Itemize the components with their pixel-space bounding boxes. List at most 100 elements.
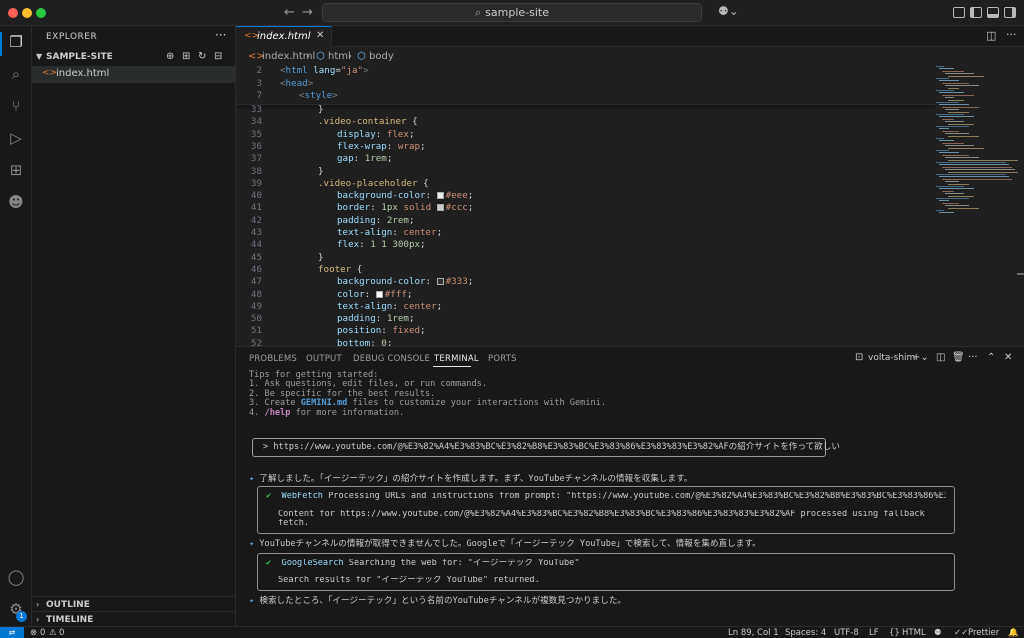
code-line[interactable]: 52 bottom: 0; — [236, 338, 936, 346]
minimap-line — [936, 198, 969, 199]
editor-tab-bar: <> index.html ✕ ◫ ··· — [236, 26, 1024, 47]
source-control-icon[interactable]: ⑂ — [6, 96, 26, 116]
code-line[interactable]: 42 padding: 2rem; — [236, 215, 936, 227]
remote-indicator-icon[interactable]: ⇌ — [0, 627, 24, 638]
breadcrumb-body[interactable]: body — [369, 51, 394, 62]
code-line[interactable]: 34 .video-container { — [236, 116, 936, 128]
account-icon[interactable]: ◯ — [6, 567, 26, 587]
code-line[interactable]: 47 background-color: #333; — [236, 276, 936, 288]
code-line[interactable]: 44 flex: 1 1 300px; — [236, 239, 936, 251]
split-editor-icon[interactable]: ◫ — [986, 29, 996, 42]
file-name: index.html — [56, 68, 110, 79]
file-tree-item[interactable]: <> index.html — [32, 66, 236, 83]
code-line[interactable]: 36 flex-wrap: wrap; — [236, 141, 936, 153]
code-text: <head> — [280, 77, 314, 89]
code-line[interactable]: 38} — [236, 166, 936, 178]
maximize-panel-icon[interactable]: ⌃ — [987, 352, 995, 363]
code-line[interactable]: 35 display: flex; — [236, 129, 936, 141]
breadcrumb: <> index.html › ⬡ html › ⬡ body — [236, 48, 1024, 64]
toggle-primary-sidebar-icon[interactable] — [970, 7, 982, 18]
end-of-line[interactable]: LF — [869, 628, 879, 638]
element-icon: ⬡ — [357, 51, 366, 62]
workspace-folder[interactable]: ▼ SAMPLE-SITE ⊕ ⊞ ↻ ⊟ — [32, 50, 236, 66]
minimize-window-button[interactable] — [22, 8, 32, 18]
code-line[interactable]: 43 text-align: center; — [236, 227, 936, 239]
toggle-panel-icon[interactable] — [987, 7, 999, 18]
search-icon[interactable]: ⌕ — [6, 64, 26, 84]
formatter[interactable]: Prettier — [968, 628, 999, 638]
code-line[interactable]: 51 position: fixed; — [236, 325, 936, 337]
code-line[interactable]: 37 gap: 1rem; — [236, 153, 936, 165]
code-line[interactable]: 39 .video-placeholder { — [236, 178, 936, 190]
copilot-icon[interactable]: ⚉ — [934, 628, 942, 638]
refresh-icon[interactable]: ↻ — [198, 51, 206, 62]
code-line[interactable]: 45} — [236, 252, 936, 264]
errors-count[interactable]: 0 — [40, 628, 45, 638]
tab-debug-console[interactable]: DEBUG CONSOLE — [353, 354, 430, 364]
outline-section[interactable]: › OUTLINE — [32, 596, 236, 612]
minimap-line — [945, 145, 974, 147]
new-terminal-icon[interactable]: +⌄ — [912, 352, 929, 363]
close-panel-icon[interactable]: ✕ — [1004, 352, 1012, 363]
active-view-indicator — [0, 32, 2, 56]
line-number: 45 — [250, 251, 262, 263]
collapse-all-icon[interactable]: ⊟ — [214, 51, 222, 62]
tab-problems[interactable]: PROBLEMS — [249, 354, 297, 364]
editor-tab-index-html[interactable]: <> index.html ✕ — [236, 26, 332, 47]
code-line[interactable]: 41 border: 1px solid #ccc; — [236, 202, 936, 214]
assistant-message: ✦ 了解しました。「イージーテック」の紹介サイトを作成します。まず、YouTub… — [249, 474, 692, 484]
code-text: bottom: 0; — [337, 337, 393, 346]
new-file-icon[interactable]: ⊕ — [166, 51, 174, 62]
tab-terminal[interactable]: TERMINAL — [434, 354, 479, 364]
warnings-icon[interactable]: ⚠ — [49, 628, 57, 638]
new-folder-icon[interactable]: ⊞ — [182, 51, 190, 62]
code-line[interactable]: 50 padding: 1rem; — [236, 313, 936, 325]
more-actions-icon[interactable]: ··· — [968, 352, 978, 363]
tab-ports[interactable]: PORTS — [488, 354, 517, 364]
robot-agent-icon[interactable]: ☻ — [6, 192, 26, 212]
terminal-name[interactable]: volta-shim — [868, 353, 915, 363]
split-terminal-icon[interactable]: ◫ — [936, 352, 945, 363]
close-window-button[interactable] — [8, 8, 18, 18]
maximize-window-button[interactable] — [36, 8, 46, 18]
check-icon: ✔ — [266, 559, 282, 568]
line-number: 46 — [250, 263, 262, 275]
more-actions-icon[interactable]: ··· — [1006, 28, 1017, 41]
warnings-count[interactable]: 0 — [59, 628, 64, 638]
command-center-search[interactable]: ⌕ sample-site — [322, 3, 702, 22]
code-editor[interactable]: 2 <html lang="ja"> 3 <head> 7 <style> 33} 34 .vi… — [236, 64, 936, 346]
code-line[interactable]: 40 background-color: #eee; — [236, 190, 936, 202]
errors-icon[interactable]: ⊗ — [30, 628, 37, 638]
code-line[interactable]: 48 color: #fff; — [236, 289, 936, 301]
toggle-secondary-sidebar-icon[interactable] — [1004, 7, 1016, 18]
encoding[interactable]: UTF-8 — [834, 628, 859, 638]
explorer-files-icon[interactable]: ❐ — [6, 32, 26, 52]
trash-icon[interactable]: 🗑 — [952, 352, 965, 363]
sticky-scroll-line[interactable]: 2 <html lang="ja"> — [236, 65, 936, 77]
sticky-scroll-line[interactable]: 3 <head> — [236, 78, 936, 90]
scrollbar-thumb[interactable] — [1017, 273, 1024, 275]
element-icon: ⬡ — [316, 51, 325, 62]
run-debug-icon[interactable]: ▷ — [6, 128, 26, 148]
minimap[interactable] — [936, 64, 1018, 346]
code-line[interactable]: 33} — [236, 104, 936, 116]
timeline-section[interactable]: › TIMELINE — [32, 611, 236, 627]
more-actions-icon[interactable]: ··· — [215, 28, 226, 42]
close-icon[interactable]: ✕ — [316, 30, 324, 41]
copilot-icon[interactable]: ⚉⌄ — [718, 4, 739, 18]
outline-label: OUTLINE — [46, 600, 90, 610]
tab-output[interactable]: OUTPUT — [306, 354, 342, 364]
cursor-position[interactable]: Ln 89, Col 1 — [728, 628, 779, 638]
tool-result: Search results for "イージーテック YouTube" ret… — [278, 576, 540, 585]
extensions-icon[interactable]: ⊞ — [6, 160, 26, 180]
notifications-bell-icon[interactable]: 🔔 — [1008, 628, 1019, 638]
sticky-scroll-line[interactable]: 7 <style> — [236, 90, 936, 102]
code-line[interactable]: 46 footer { — [236, 264, 936, 276]
language-mode[interactable]: HTML — [902, 628, 926, 638]
code-line[interactable]: 49 text-align: center; — [236, 301, 936, 313]
customize-layout-icon[interactable] — [953, 7, 965, 18]
back-arrow-icon[interactable]: ← — [284, 5, 295, 20]
indentation[interactable]: Spaces: 4 — [785, 628, 826, 638]
minimap-line — [939, 80, 959, 82]
forward-arrow-icon[interactable]: → — [302, 5, 313, 20]
